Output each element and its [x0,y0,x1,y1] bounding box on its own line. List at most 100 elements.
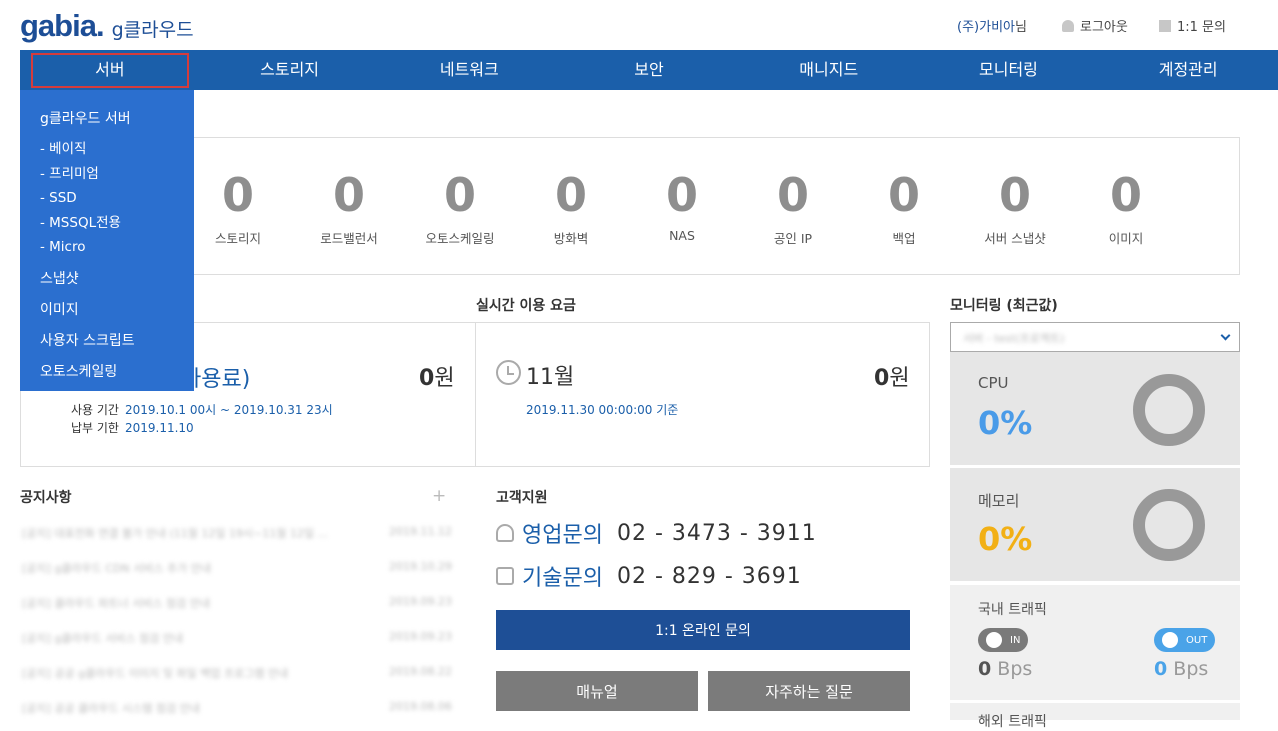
arrow-down-icon [986,632,1002,648]
person-icon [1062,19,1074,32]
memory-donut-chart [1133,489,1205,561]
stat-value: 0 [554,168,587,222]
dropdown-basic[interactable]: - 베이직 [20,137,194,162]
stat-label: 방화벽 [553,231,589,246]
clock-icon [496,360,521,385]
notice-title-text: [공지] g클라우드 서비스 점검 안내 [22,632,184,645]
inquiry-label: 1:1 문의 [1177,20,1226,35]
stat-storage[interactable]: 0 스토리지 [183,166,293,247]
notice-date: 2019.08.06 [389,700,452,713]
stat-label: 오토스케일링 [425,231,495,246]
chevron-down-icon [1220,330,1231,341]
server-dropdown-menu: g클라우드 서버 - 베이직 - 프리미엄 - SSD - MSSQL전용 - … [20,90,194,391]
stat-firewall[interactable]: 0 방화벽 [516,166,626,247]
logout-link[interactable]: 로그아웃 [1062,16,1128,35]
notice-title-text: [공지] g클라우드 CDN 서비스 추가 안내 [22,562,211,575]
manual-button[interactable]: 매뉴얼 [496,671,698,711]
overseas-traffic-card: 해외 트래픽 [950,703,1240,730]
sales-label: 영업문의 [522,523,603,548]
logo[interactable]: gabia. g클라우드 [20,8,194,44]
stat-label: 로드밸런서 [320,231,378,246]
out-label: OUT [1186,634,1208,646]
stat-value: 0 [1109,168,1142,222]
out-bps: 0 Bps [1154,658,1208,680]
unit: Bps [997,658,1033,680]
domestic-traffic-card: 국내 트래픽 IN OUT 0 Bps 0 Bps [950,585,1240,700]
stat-loadbalancer[interactable]: 0 로드밸런서 [294,166,404,247]
server-select[interactable]: 서버 - test(프로젝트) [950,322,1240,352]
billing-divider [475,323,476,466]
current-amount-num: 0 [874,366,890,391]
dropdown-micro[interactable]: - Micro [20,235,194,260]
stat-label: 스토리지 [214,231,261,246]
in-label: IN [1010,634,1021,646]
in-num: 0 [978,658,992,680]
brand-logo: gabia. [20,8,105,43]
dropdown-snapshot[interactable]: 스냅샷 [20,267,194,291]
notice-row[interactable]: [공지] 클라우드 파트너 서비스 점검 안내 2019.09.23 [22,595,452,611]
overseas-label: 해외 트래픽 [978,714,1047,730]
notice-more-button[interactable]: + [432,486,446,506]
dropdown-autoscaling[interactable]: 오토스케일링 [20,360,194,384]
notice-row[interactable]: [공지] g클라우드 CDN 서비스 추가 안내 2019.10.29 [22,560,452,576]
stat-public-ip[interactable]: 0 공인 IP [738,166,848,247]
notice-title-text: [공지] 클라우드 파트너 서비스 점검 안내 [22,597,210,610]
notice-title: 공지사항 [20,490,72,506]
nav-server[interactable]: 서버 [20,50,200,90]
honorific: 님 [1014,20,1027,35]
inquiry-link[interactable]: 1:1 문의 [1159,16,1226,35]
dropdown-premium[interactable]: - 프리미엄 [20,162,194,187]
notice-row[interactable]: [공지] g클라우드 서비스 점검 안내 2019.09.23 [22,630,452,646]
stat-label: 백업 [892,231,916,246]
main-nav: 서버 스토리지 네트워크 보안 매니지드 모니터링 계정관리 [20,50,1278,90]
tech-contact: 기술문의 02 - 829 - 3691 [496,560,802,592]
notice-row[interactable]: [공지] 공공 g클라우드 이미지 및 파일 백업 프로그램 안내 2019.08… [22,665,452,681]
faq-button[interactable]: 자주하는 질문 [708,671,910,711]
arrow-up-icon [1162,632,1178,648]
dropdown-mssql[interactable]: - MSSQL전용 [20,211,194,236]
in-bps: 0 Bps [978,658,1032,680]
stat-label: 서버 스냅샷 [984,231,1046,246]
memory-value: 0% [978,520,1033,558]
online-inquiry-button[interactable]: 1:1 온라인 문의 [496,610,910,650]
stat-label: 공인 IP [773,231,813,246]
nav-managed[interactable]: 매니지드 [739,50,919,90]
dropdown-image[interactable]: 이미지 [20,298,194,322]
stat-backup[interactable]: 0 백업 [849,166,959,247]
nav-network[interactable]: 네트워크 [379,50,559,90]
memory-label: 메모리 [978,492,1020,510]
stat-value: 0 [221,168,254,222]
notice-title-text: [공지] 공공 g클라우드 이미지 및 파일 백업 프로그램 안내 [22,667,289,680]
stat-image[interactable]: 0 이미지 [1071,166,1181,247]
nav-storage[interactable]: 스토리지 [200,50,380,90]
out-badge: OUT [1154,628,1216,652]
current-month: 11월 [526,365,575,390]
stat-nas[interactable]: 0 NAS [627,166,737,243]
sales-phone: 02 - 3473 - 3911 [616,520,817,546]
stat-label: NAS [669,228,695,243]
tech-phone: 02 - 829 - 3691 [616,563,802,589]
notice-date: 2019.10.29 [389,560,452,573]
stat-value: 0 [665,168,698,222]
due-value: 2019.11.10 [124,421,194,435]
nav-security[interactable]: 보안 [559,50,739,90]
notice-row[interactable]: [공지] 대표전화 연결 불가 안내 (11월 12일 19시~11월 12일 … [22,525,452,541]
stat-autoscaling[interactable]: 0 오토스케일링 [405,166,515,247]
stat-value: 0 [998,168,1031,222]
dropdown-ssd[interactable]: - SSD [20,186,194,211]
stat-label: 이미지 [1108,231,1144,246]
notice-row[interactable]: [공지] 공공 클라우드 시스템 점검 안내 2019.08.06 [22,700,452,716]
stat-value: 0 [443,168,476,222]
stat-server-snapshot[interactable]: 0 서버 스냅샷 [960,166,1070,247]
stat-value: 0 [887,168,920,222]
dropdown-heading[interactable]: g클라우드 서버 [20,108,194,128]
nav-account[interactable]: 계정관리 [1098,50,1278,90]
stat-value: 0 [776,168,809,222]
nav-monitoring[interactable]: 모니터링 [919,50,1099,90]
dropdown-user-script[interactable]: 사용자 스크립트 [20,329,194,353]
person-icon [496,524,514,542]
memory-card: 메모리 0% [950,468,1240,581]
tech-label: 기술문의 [522,566,603,591]
period-label: 사용 기간 [71,403,119,417]
sales-contact: 영업문의 02 - 3473 - 3911 [496,517,817,549]
